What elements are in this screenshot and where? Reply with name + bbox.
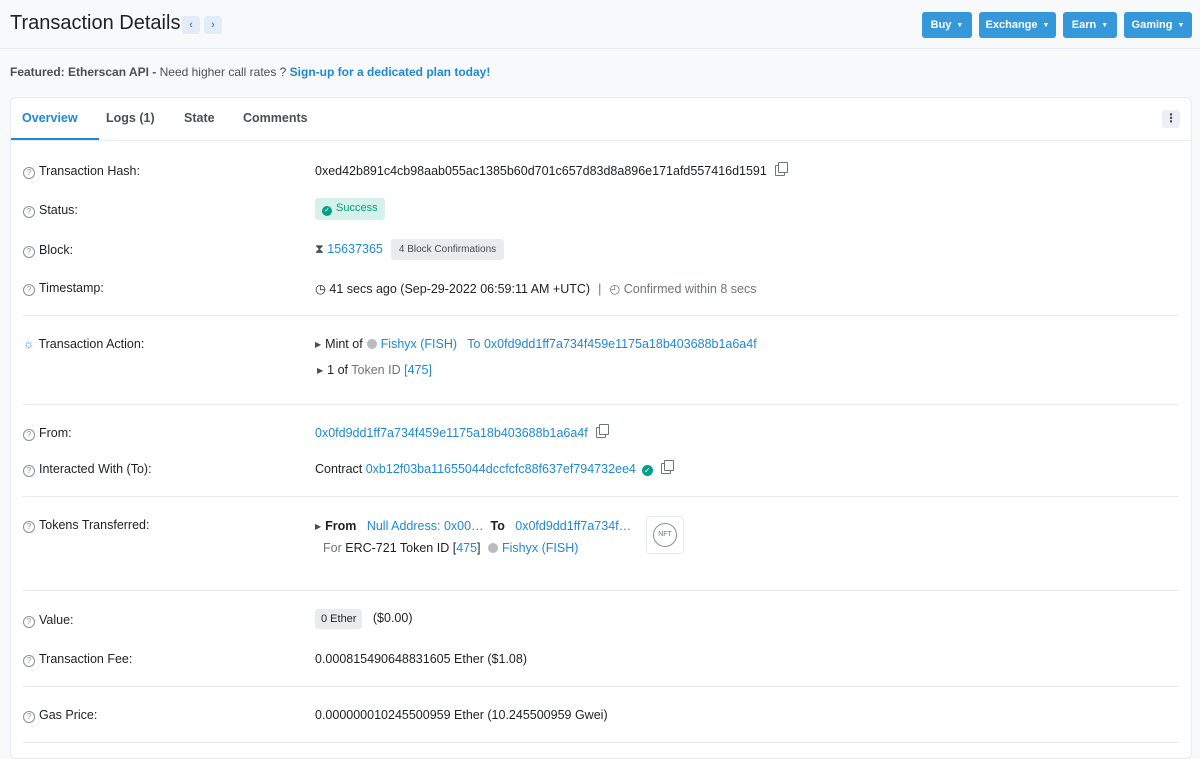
copy-icon[interactable] <box>660 460 674 474</box>
from-null-address-link[interactable]: Null Address: 0x00… <box>367 519 484 533</box>
lightbulb-icon: ☼ <box>23 337 35 351</box>
timestamp-value: ◷ 41 secs ago (Sep-29-2022 06:59:11 AM +… <box>315 282 757 296</box>
token-icon <box>488 543 498 553</box>
help-icon: ? <box>23 206 35 218</box>
token-link[interactable]: Fishyx (FISH) <box>502 541 578 555</box>
transaction-fee-label: ? Transaction Fee: <box>23 652 132 667</box>
from-address-link[interactable]: 0x0fd9dd1ff7a734f459e1175a18b403688b1a6a… <box>315 426 588 440</box>
status-value: ✓ Success <box>315 198 385 220</box>
from-value: 0x0fd9dd1ff7a734f459e1175a18b403688b1a6a… <box>315 424 609 440</box>
transaction-action-line1: ▶ Mint of Fishyx (FISH) To 0x0fd9dd1ff7a73… <box>315 337 757 351</box>
token-link[interactable]: Fishyx (FISH) <box>381 337 457 351</box>
gas-price-label: ? Gas Price: <box>23 708 97 723</box>
transaction-card: Overview Logs (1) State Comments ⋮ ? Tran… <box>10 97 1192 759</box>
transaction-hash-value: 0xed42b891c4cb98aab055ac1385b60d701c657d… <box>315 162 788 178</box>
verified-check-icon: ✓ <box>641 465 653 476</box>
divider <box>23 404 1179 405</box>
transaction-hash-label: ? Transaction Hash: <box>23 164 140 179</box>
status-label: ? Status: <box>23 203 78 218</box>
to-address-link[interactable]: 0x0fd9dd1ff7a734f459e1175a18b403688b1a6a… <box>484 337 757 351</box>
help-icon: ? <box>23 465 35 477</box>
signup-link[interactable]: Sign-up for a dedicated plan today! <box>290 65 491 79</box>
exchange-button[interactable]: Exchange ▼ <box>979 12 1056 38</box>
help-icon: ? <box>23 246 35 258</box>
buy-button[interactable]: Buy ▼ <box>922 12 972 38</box>
gas-price-value: 0.000000010245500959 Ether (10.245500959… <box>315 708 608 722</box>
caret-right-icon: ▶ <box>317 366 324 375</box>
confirmations-badge: 4 Block Confirmations <box>390 239 505 260</box>
tab-logs[interactable]: Logs (1) <box>106 111 155 125</box>
timer-icon: ◴ <box>609 282 621 296</box>
token-id-link[interactable]: 475 <box>456 541 477 555</box>
value-label: ? Value: <box>23 613 74 628</box>
tokens-transfer-line2: For ERC-721 Token ID [475] Fishyx (FISH) <box>323 541 579 555</box>
chevron-down-icon: ▼ <box>956 22 964 29</box>
help-icon: ? <box>23 616 35 628</box>
top-bar: Transaction Details ‹ › Buy ▼ Exchange ▼ E… <box>0 0 1200 49</box>
from-label: ? From: <box>23 426 72 441</box>
transaction-action-label: ☼ Transaction Action: <box>23 337 145 351</box>
status-badge: ✓ Success <box>315 198 385 220</box>
active-tab-indicator <box>11 138 99 140</box>
token-icon <box>366 339 377 349</box>
divider <box>23 590 1179 591</box>
chevron-down-icon: ▼ <box>1177 22 1185 29</box>
gaming-button[interactable]: Gaming ▼ <box>1124 12 1192 38</box>
copy-icon[interactable] <box>595 424 609 438</box>
divider <box>23 686 1179 687</box>
help-icon: ? <box>23 711 35 723</box>
interacted-with-label: ? Interacted With (To): <box>23 462 152 477</box>
divider <box>23 315 1179 316</box>
divider <box>23 496 1179 497</box>
divider <box>23 742 1179 743</box>
transaction-fee-value: 0.000815490648831605 Ether ($1.08) <box>315 652 527 666</box>
value-value: 0 Ether ($0.00) <box>315 609 413 629</box>
help-icon: ? <box>23 284 35 296</box>
chevron-down-icon: ▼ <box>1042 22 1050 29</box>
timestamp-label: ? Timestamp: <box>23 281 104 296</box>
next-transaction-button[interactable]: › <box>204 16 222 34</box>
help-icon: ? <box>23 429 35 441</box>
ether-badge: 0 Ether <box>315 609 363 629</box>
block-link[interactable]: 15637365 <box>327 242 383 256</box>
tab-state[interactable]: State <box>184 111 215 125</box>
nft-icon: NFT <box>653 523 677 547</box>
tab-comments[interactable]: Comments <box>243 111 308 125</box>
nft-thumbnail[interactable]: NFT <box>646 516 684 554</box>
more-options-icon[interactable]: ⋮ <box>1162 110 1180 128</box>
help-icon: ? <box>23 167 35 179</box>
interacted-with-value: Contract 0xb12f03ba11655044dccfcfc88f637… <box>315 460 674 476</box>
tab-bar: Overview Logs (1) State Comments ⋮ <box>11 98 1191 141</box>
featured-banner: Featured: Etherscan API - Need higher ca… <box>10 65 491 79</box>
tokens-transfer-line1: ▶ From Null Address: 0x00… To 0x0fd9dd1ff… <box>315 519 632 533</box>
caret-right-icon: ▶ <box>315 340 322 349</box>
tab-overview[interactable]: Overview <box>22 111 78 125</box>
chevron-down-icon: ▼ <box>1101 22 1109 29</box>
page-title: Transaction Details <box>10 12 181 34</box>
block-value: ⧗ 15637365 4 Block Confirmations <box>315 239 505 260</box>
check-circle-icon: ✓ <box>322 206 332 216</box>
earn-button[interactable]: Earn ▼ <box>1063 12 1117 38</box>
help-icon: ? <box>23 655 35 667</box>
caret-right-icon: ▶ <box>315 522 322 531</box>
contract-address-link[interactable]: 0xb12f03ba11655044dccfcfc88f637ef794732e… <box>366 462 636 476</box>
copy-icon[interactable] <box>774 162 788 176</box>
block-label: ? Block: <box>23 243 73 258</box>
prev-transaction-button[interactable]: ‹ <box>182 16 200 34</box>
token-id-link[interactable]: 475 <box>408 363 429 377</box>
clock-icon: ◷ <box>315 282 326 296</box>
tokens-transferred-label: ? Tokens Transferred: <box>23 518 149 533</box>
help-icon: ? <box>23 521 35 533</box>
to-address-link[interactable]: 0x0fd9dd1ff7a734f… <box>515 519 631 533</box>
hourglass-icon: ⧗ <box>315 242 324 256</box>
transaction-action-line2: ▶ 1 of Token ID [475] <box>317 363 432 377</box>
